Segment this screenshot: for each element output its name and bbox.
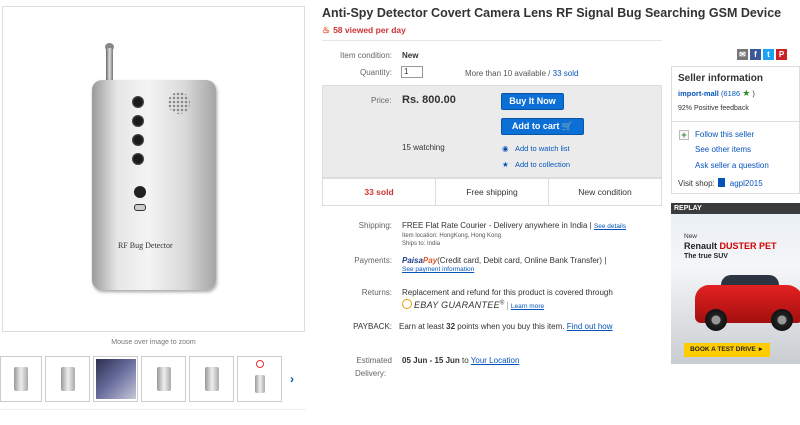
shop-name-link[interactable]: agpl2015 [730, 179, 763, 188]
stat-shipping: Free shipping [436, 179, 549, 205]
device-switch [134, 204, 146, 211]
seller-score[interactable]: (6186 [721, 89, 740, 98]
device-label: RF Bug Detector [118, 241, 173, 250]
advertisement[interactable]: REPLAY New Renault DUSTER PET The true S… [671, 203, 800, 364]
facebook-icon[interactable]: f [750, 49, 761, 60]
condition-value: New [402, 51, 419, 60]
ad-car-image [691, 273, 800, 337]
device-speaker-grill [168, 92, 190, 114]
zoom-hint: Mouse over image to zoom [111, 339, 196, 346]
follow-seller-link[interactable]: Follow this seller [695, 130, 754, 139]
payments-label: Payments: [354, 256, 392, 265]
stat-condition: New condition [578, 187, 632, 197]
thumbnail-4[interactable] [141, 356, 186, 402]
book-test-drive-button[interactable]: BOOK A TEST DRIVE ► [684, 343, 770, 357]
thumbnail-3[interactable] [93, 356, 138, 402]
ad-replay[interactable]: REPLAY [671, 203, 800, 214]
item-location: Item location: HongKong, Hong Kong [402, 233, 502, 239]
viewed-text: 58 viewed per day [333, 25, 406, 35]
price-value: Rs. 800.00 [402, 94, 456, 106]
quantity-label: Quantity: [359, 68, 392, 77]
device-leds [132, 96, 156, 174]
add-to-cart-button[interactable]: Add to cart 🛒 [501, 118, 584, 135]
stats-bar: 33 sold Free shipping New condition [322, 178, 662, 206]
flame-icon: ♨ [322, 25, 331, 35]
delivery-value: 05 Jun - 15 Jun to Your Location [402, 356, 520, 365]
ask-seller-link[interactable]: Ask seller a question [695, 161, 769, 170]
pinterest-icon[interactable]: P [776, 49, 787, 60]
device-antenna [106, 48, 113, 84]
payback-text: Earn at least 32 points when you buy thi… [399, 322, 613, 331]
viewed-per-day: ♨ 58 viewed per day [322, 25, 406, 36]
cart-icon: 🛒 [561, 121, 574, 131]
paisapay-logo: PaisaPay [402, 256, 438, 265]
learn-more-link[interactable]: Learn more [511, 303, 544, 310]
product-title: Anti-Spy Detector Covert Camera Lens RF … [322, 6, 782, 20]
seller-title: Seller information [678, 73, 764, 84]
divider [322, 40, 662, 41]
your-location-link[interactable]: Your Location [471, 356, 520, 365]
plus-icon[interactable]: + [679, 130, 689, 140]
twitter-icon[interactable]: t [763, 49, 774, 60]
sold-link[interactable]: 33 sold [553, 69, 579, 78]
returns-text: Replacement and refund for this product … [402, 288, 613, 297]
shipping-label: Shipping: [358, 221, 392, 230]
shop-icon [717, 178, 725, 187]
star-icon: ★ [742, 88, 751, 98]
ebay-guarantee: EBAY GUARANTEE® | Learn more [402, 299, 544, 310]
payments-value: PaisaPay(Credit card, Debit card, Online… [402, 256, 607, 265]
thumbnail-2[interactable] [45, 356, 90, 402]
ad-tagline: The true SUV [684, 253, 728, 260]
add-to-watch-list-link[interactable]: ◉ Add to watch list [502, 144, 570, 153]
seller-name: import-mall (6186 ★ ) [678, 88, 755, 98]
device-button [134, 186, 146, 198]
thumbnail-5[interactable] [189, 356, 234, 402]
see-details-link[interactable]: See details [594, 223, 626, 230]
positive-feedback: 92% Positive feedback [678, 105, 749, 112]
thumbnail-6[interactable] [237, 356, 282, 402]
ad-new: New [684, 233, 698, 240]
divider [0, 409, 306, 410]
delivery-label: Estimated [356, 356, 392, 365]
price-label: Price: [371, 96, 392, 105]
buy-it-now-button[interactable]: Buy It Now [501, 93, 564, 110]
ad-brand: Renault DUSTER PET [684, 241, 777, 251]
quantity-input[interactable]: 1 [401, 66, 423, 78]
delivery-label-2: Delivery: [355, 369, 387, 378]
see-other-items-link[interactable]: See other items [695, 145, 751, 154]
star-icon: ★ [502, 160, 509, 169]
returns-label: Returns: [361, 288, 392, 297]
thumbnail-strip [0, 356, 282, 402]
seller-name-link[interactable]: import-mall [678, 89, 719, 98]
thumbnail-1[interactable] [0, 356, 42, 402]
shipping-value: FREE Flat Rate Courier - Delivery anywhe… [402, 221, 627, 230]
find-out-how-link[interactable]: Find out how [567, 322, 613, 331]
eye-icon: ◉ [502, 144, 509, 153]
email-icon[interactable]: ✉ [737, 49, 748, 60]
condition-label: Item condition: [339, 51, 392, 60]
add-to-collection-link[interactable]: ★ Add to collection [502, 160, 570, 169]
watching-count: 15 watching [402, 143, 445, 152]
divider [671, 121, 800, 122]
ships-to: Ships to: India [402, 241, 441, 247]
stat-sold[interactable]: 33 sold [323, 179, 436, 205]
availability: More than 10 available / 33 sold [465, 69, 579, 78]
see-payment-info-link[interactable]: See payment information [402, 266, 474, 273]
chevron-right-icon[interactable]: › [290, 372, 294, 386]
share-icons: ✉ f t P [737, 49, 787, 60]
visit-shop: Visit shop: agpl2015 [678, 178, 763, 188]
payback-label: PAYBACK: [353, 322, 392, 331]
guarantee-icon [402, 299, 412, 309]
